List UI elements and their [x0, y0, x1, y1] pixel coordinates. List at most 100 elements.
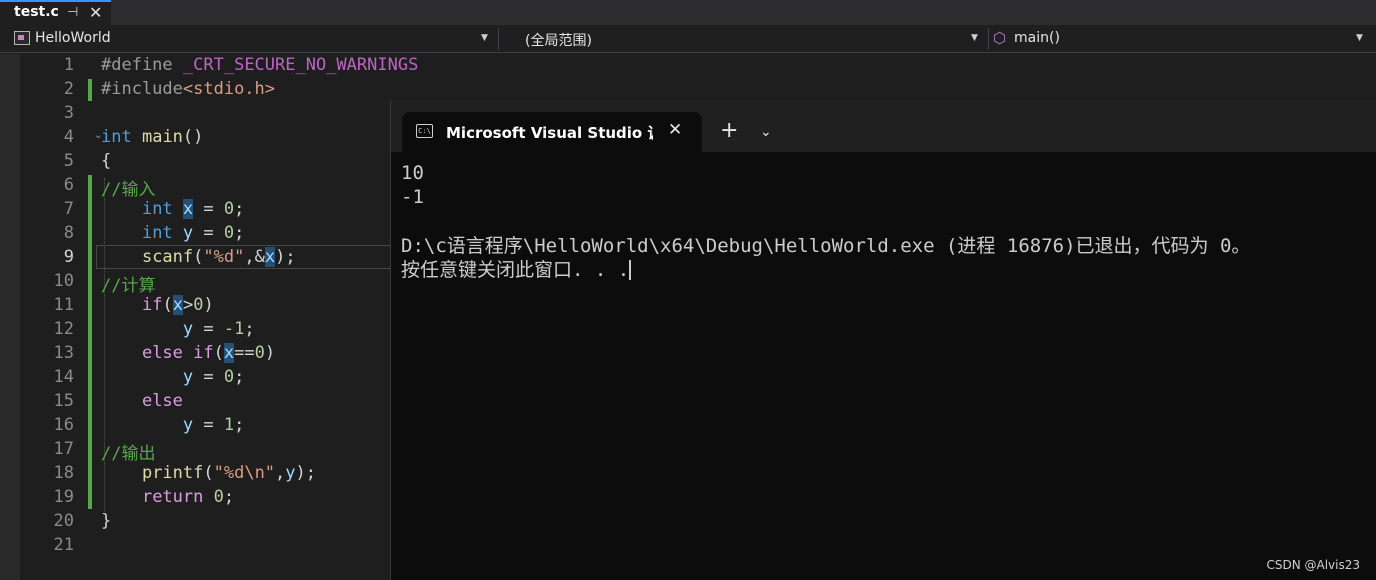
project-dropdown[interactable]: HelloWorld ▼	[10, 28, 494, 50]
punct: )	[264, 343, 276, 363]
variable: y	[182, 367, 194, 387]
project-icon	[14, 31, 30, 45]
code-line: printf("%d\n",y);	[101, 463, 316, 483]
tab-test-c[interactable]: test.c ⊣ ✕	[0, 0, 111, 25]
line-number: 1	[63, 55, 74, 75]
member-value: main()	[1014, 30, 1060, 46]
divider	[988, 28, 989, 50]
console-icon: C:\	[416, 124, 433, 138]
punct: ;	[234, 415, 245, 435]
string: "%d\n"	[213, 463, 276, 483]
function-cube-icon: ⬡	[993, 29, 1007, 47]
terminal-tab-title: Microsoft Visual Studio 调试控制台	[446, 124, 653, 142]
punct: ;	[244, 319, 255, 339]
line-number: 14	[53, 367, 74, 387]
variable: x	[172, 295, 183, 315]
tab-title: test.c	[14, 4, 59, 20]
code-line: int x = 0;	[101, 199, 244, 219]
watermark: CSDN @Alvis23	[1266, 558, 1360, 572]
preprocessor: #define	[101, 55, 173, 75]
line-number: 19	[53, 487, 74, 507]
code-line: int main()	[101, 127, 203, 147]
punct: ,&	[244, 247, 265, 267]
code-line: y = 1;	[101, 415, 244, 435]
line-number: 6	[63, 175, 74, 195]
line-number: 16	[53, 415, 74, 435]
terminal-output-line: 按任意键关闭此窗口. . .	[401, 255, 632, 282]
new-tab-button[interactable]: +	[720, 120, 738, 142]
line-number: 15	[53, 391, 74, 411]
number: 0	[254, 343, 265, 363]
brace: {	[101, 151, 112, 171]
chevron-down-icon: ▼	[481, 33, 488, 43]
operator: =	[193, 415, 224, 435]
chevron-down-icon: ▼	[1356, 33, 1363, 43]
debug-console-window[interactable]: C:\ Microsoft Visual Studio 调试控制台 ✕ + ⌄ …	[390, 100, 1376, 580]
punct: ,	[275, 463, 286, 483]
line-number: 12	[53, 319, 74, 339]
brace: }	[101, 511, 112, 531]
punct: (	[213, 343, 224, 363]
number: 0	[223, 199, 235, 219]
code-line: #define _CRT_SECURE_NO_WARNINGS	[101, 55, 418, 75]
terminal-output-line: 10	[401, 162, 424, 184]
number: 0	[223, 367, 235, 387]
number: 0	[193, 295, 204, 315]
keyword: int	[141, 199, 173, 219]
number: -1	[223, 319, 245, 339]
punct: ;	[223, 487, 235, 507]
variable: x	[264, 247, 276, 267]
scope-dropdown[interactable]: (全局范围) ▼	[502, 28, 986, 50]
number: 0	[223, 223, 235, 243]
code-line: else	[101, 391, 183, 411]
close-icon[interactable]: ✕	[89, 3, 102, 22]
comment: //输出	[101, 444, 156, 464]
code-line: #include<stdio.h>	[101, 79, 275, 99]
line-number: 4	[63, 127, 74, 147]
change-marker	[88, 175, 92, 509]
string: "%d"	[203, 247, 245, 267]
punct: (	[193, 247, 204, 267]
scope-value: (全局范围)	[525, 33, 592, 49]
code-line: return 0;	[101, 487, 234, 507]
include-path: <stdio.h>	[182, 79, 276, 99]
line-number: 8	[63, 223, 74, 243]
keyword: int	[101, 127, 132, 147]
operator: >	[182, 295, 194, 315]
line-number: 20	[53, 511, 74, 531]
line-number: 10	[53, 271, 74, 291]
dropdown-chevron-icon[interactable]: ⌄	[760, 124, 772, 140]
punct: );	[275, 247, 296, 267]
code-line: y = 0;	[101, 367, 244, 387]
function-name: scanf	[141, 247, 194, 267]
variable: y	[182, 223, 194, 243]
code-line: if(x>0)	[101, 295, 214, 315]
line-number: 18	[53, 463, 74, 483]
line-number: 11	[53, 295, 74, 315]
navigation-bar: HelloWorld ▼ (全局范围) ▼ ⬡ main() ▼	[0, 25, 1376, 53]
terminal-output-line: D:\c语言程序\HelloWorld\x64\Debug\HelloWorld…	[401, 235, 1251, 257]
text-cursor	[629, 260, 632, 280]
operator: =	[193, 367, 224, 387]
operator: =	[193, 199, 224, 219]
terminal-tab[interactable]: C:\ Microsoft Visual Studio 调试控制台 ✕	[402, 112, 702, 152]
document-tab-bar: test.c ⊣ ✕	[0, 0, 1376, 25]
operator: =	[193, 223, 224, 243]
number: 1	[223, 415, 235, 435]
punct: ;	[234, 199, 245, 219]
variable: y	[285, 463, 296, 483]
code-line: y = -1;	[101, 319, 255, 339]
member-dropdown[interactable]: main() ▼	[1012, 28, 1370, 50]
pin-icon[interactable]: ⊣	[67, 5, 78, 20]
preprocessor: #include	[101, 79, 183, 99]
comment: //输入	[101, 180, 156, 200]
punct: ;	[234, 223, 245, 243]
keyword: return	[141, 487, 204, 507]
variable: y	[182, 415, 194, 435]
code-line: //输出	[101, 439, 155, 464]
code-line: int y = 0;	[101, 223, 244, 243]
comment: //计算	[101, 276, 156, 296]
close-icon[interactable]: ✕	[668, 120, 682, 140]
terminal-prompt-text: 按任意键关闭此窗口. . .	[401, 259, 630, 281]
punct: )	[203, 295, 214, 315]
